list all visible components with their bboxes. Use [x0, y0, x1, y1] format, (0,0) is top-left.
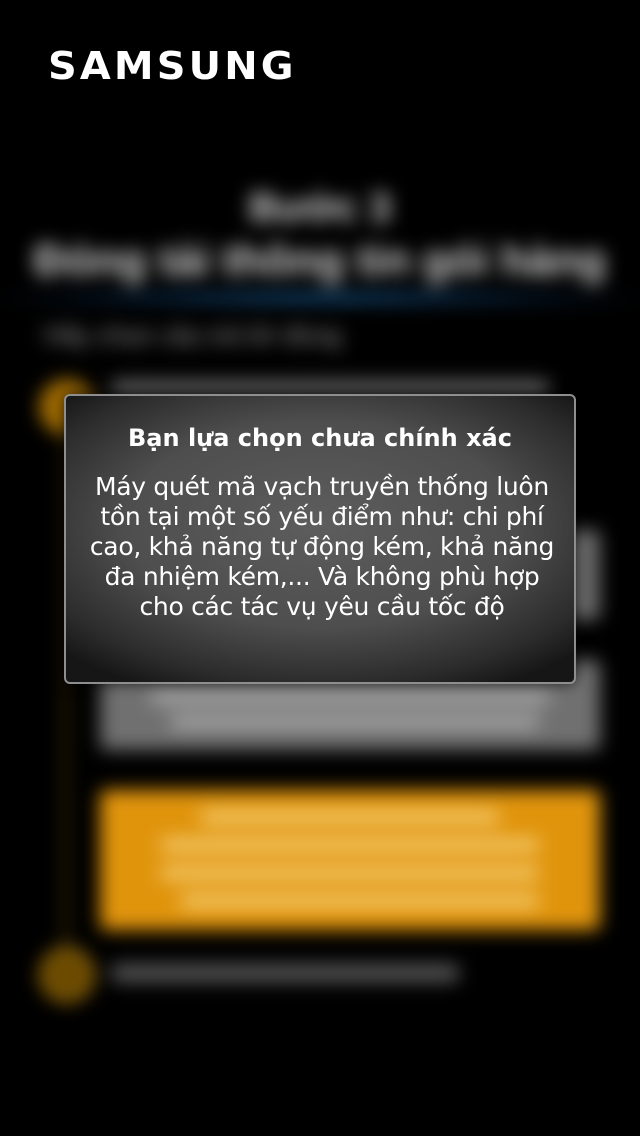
step-marker [40, 948, 94, 1002]
step-label: Bước 3 [249, 186, 391, 230]
instruction-text: Hãy chọn câu trả lời đúng [44, 320, 342, 350]
next-step-text-placeholder [110, 964, 460, 982]
dialog-title: Bạn lựa chọn chưa chính xác [128, 424, 512, 452]
glow-divider [0, 292, 640, 304]
screen: Bước 3 Đóng tải thông tin gói hàng Hãy c… [0, 0, 640, 1136]
step-title: Đóng tải thông tin gói hàng [34, 236, 606, 285]
option-text-placeholder [200, 810, 500, 824]
dialog-message: Máy quét mã vạch truyền thống luôn tồn t… [89, 472, 555, 621]
feedback-dialog[interactable]: Bạn lựa chọn chưa chính xác Máy quét mã … [64, 394, 576, 684]
option-text-placeholder [150, 690, 550, 704]
option-text-placeholder [180, 894, 540, 908]
samsung-logo: SAMSUNG [48, 44, 297, 88]
option-text-placeholder [160, 866, 540, 880]
option-text-placeholder [160, 838, 540, 852]
option-text-placeholder [170, 715, 540, 729]
